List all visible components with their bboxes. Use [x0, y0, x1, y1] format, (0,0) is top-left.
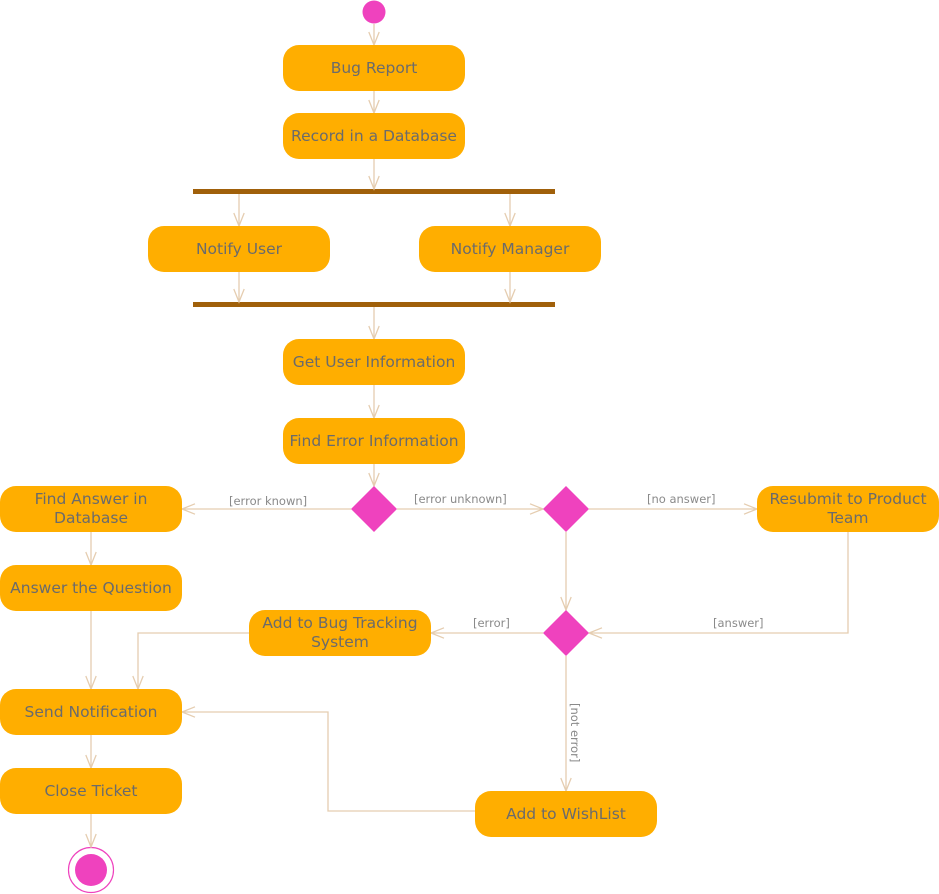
action-add-to-bug-tracking-system[interactable]: Add to Bug Tracking System [249, 610, 431, 656]
action-resubmit-to-product-team[interactable]: Resubmit to Product Team [757, 486, 939, 532]
action-find-answer-in-database[interactable]: Find Answer in Database [0, 486, 182, 532]
decision-error-known [351, 486, 397, 532]
action-record-in-database[interactable]: Record in a Database [283, 113, 465, 159]
action-notify-user[interactable]: Notify User [148, 226, 330, 272]
action-bug-report[interactable]: Bug Report [283, 45, 465, 91]
start-node [362, 0, 386, 24]
action-close-ticket[interactable]: Close Ticket [0, 768, 182, 814]
activity-diagram: Bug Report Record in a Database Notify U… [0, 0, 939, 894]
guard-error-known: [error known] [229, 494, 308, 508]
action-send-notification[interactable]: Send Notification [0, 689, 182, 735]
flow-bug-tracking-send-notification [137, 632, 249, 689]
guard-answer: [answer] [713, 616, 764, 630]
join-bar [193, 302, 555, 307]
guard-not-error: [not error] [568, 703, 582, 763]
flow-wishlist-send-notification [182, 711, 475, 812]
action-add-to-wishlist[interactable]: Add to WishList [475, 791, 657, 837]
guard-error-unknown: [error unknown] [414, 492, 507, 506]
action-find-error-information[interactable]: Find Error Information [283, 418, 465, 464]
guard-no-answer: [no answer] [647, 492, 716, 506]
decision-error [543, 610, 589, 656]
action-get-user-information[interactable]: Get User Information [283, 339, 465, 385]
action-notify-manager[interactable]: Notify Manager [419, 226, 601, 272]
action-answer-the-question[interactable]: Answer the Question [0, 565, 182, 611]
flow-layer [67, 0, 849, 894]
guard-error: [error] [473, 616, 510, 630]
end-node-inner [75, 854, 107, 886]
decision-answer [543, 486, 589, 532]
